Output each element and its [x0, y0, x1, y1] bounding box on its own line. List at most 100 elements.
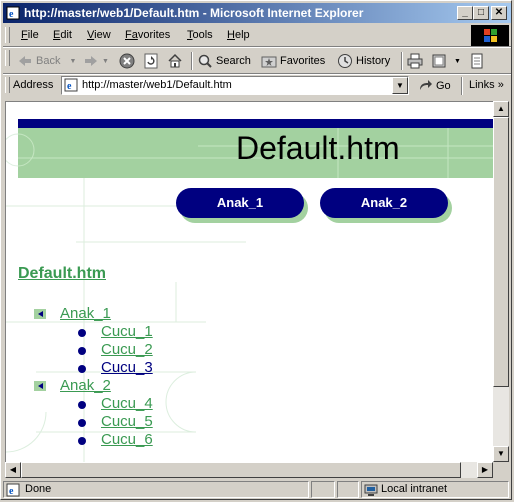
address-separator	[461, 77, 463, 95]
svg-text:e: e	[9, 9, 14, 20]
address-bar: Address e ▼ Go Links »	[3, 75, 511, 97]
toolbar-grip[interactable]	[5, 50, 10, 66]
banner-top-bar	[18, 119, 496, 128]
status-text: Done	[25, 483, 52, 495]
document-icon	[471, 53, 483, 69]
links-label: Links	[469, 79, 495, 91]
links-chevron-icon: »	[497, 79, 504, 91]
address-dropdown-icon[interactable]: ▼	[392, 77, 408, 94]
favorites-button[interactable]: Favorites	[261, 51, 325, 71]
print-button[interactable]	[407, 51, 423, 71]
search-label: Search	[216, 55, 251, 67]
horizontal-scroll-thumb[interactable]	[21, 462, 461, 478]
ie-page-icon: e	[6, 483, 20, 497]
history-icon	[338, 54, 352, 68]
menu-view-label: iew	[94, 29, 111, 41]
discuss-button[interactable]	[469, 51, 485, 71]
menu-tools[interactable]: Tools	[187, 29, 213, 41]
horizontal-scrollbar[interactable]: ◀ ▶	[5, 462, 493, 478]
forward-button[interactable]: ▼	[83, 51, 109, 71]
address-combo[interactable]: e ▼	[61, 76, 409, 95]
menu-help[interactable]: Help	[227, 29, 250, 41]
tree-item-cucu-2[interactable]: Cucu_2	[101, 341, 153, 358]
tree-bullet-icon	[34, 381, 46, 391]
menu-edit-label: dit	[60, 29, 72, 41]
minimize-button[interactable]: _	[457, 6, 473, 20]
address-grip[interactable]	[5, 77, 10, 93]
search-button[interactable]: Search	[197, 51, 251, 71]
scroll-corner	[493, 462, 509, 478]
search-icon	[198, 54, 212, 68]
nav-button-label: Anak_1	[176, 188, 304, 218]
vertical-scroll-thumb[interactable]	[493, 117, 509, 387]
page-heading-link[interactable]: Default.htm	[18, 265, 106, 283]
tree-item-anak-2[interactable]: Anak_2	[60, 377, 111, 394]
banner: Default.htm	[18, 128, 496, 178]
tree-item-cucu-4[interactable]: Cucu_4	[101, 395, 153, 412]
tree-item-anak-1[interactable]: Anak_1	[60, 305, 111, 322]
vertical-scrollbar[interactable]: ▲ ▼	[493, 101, 509, 462]
title-bar[interactable]: e http://master/web1/Default.htm - Micro…	[3, 3, 511, 23]
nav-button-anak-2[interactable]: Anak_2	[320, 188, 452, 223]
edit-dropdown-icon[interactable]: ▼	[454, 58, 461, 65]
scroll-down-icon[interactable]: ▼	[493, 446, 509, 462]
tree-item-cucu-5[interactable]: Cucu_5	[101, 413, 153, 430]
go-button[interactable]: Go	[417, 77, 451, 95]
list-bullet-icon	[78, 437, 86, 445]
scroll-right-icon[interactable]: ▶	[477, 462, 493, 478]
list-bullet-icon	[78, 329, 86, 337]
scroll-up-icon[interactable]: ▲	[493, 101, 509, 117]
status-pane-2	[311, 481, 335, 498]
tree-bullet-icon	[34, 309, 46, 319]
stop-button[interactable]	[119, 51, 135, 71]
menu-file-label: ile	[27, 29, 39, 41]
menu-edit[interactable]: Edit	[53, 29, 72, 41]
address-input[interactable]	[82, 78, 382, 92]
address-label: Address	[13, 79, 54, 91]
edit-button[interactable]: ▼	[431, 51, 461, 71]
back-button[interactable]: Back ▼	[17, 51, 76, 71]
close-button[interactable]: ✕	[491, 6, 507, 20]
list-bullet-icon	[78, 419, 86, 427]
page-viewport[interactable]: Default.htm Anak_1 Anak_2 Default.htm An…	[5, 101, 496, 462]
toolbar-separator-2	[401, 52, 403, 70]
forward-dropdown-icon[interactable]: ▼	[102, 58, 109, 65]
favorites-label: Favorites	[280, 55, 326, 67]
menu-help-label: elp	[234, 29, 250, 41]
standard-toolbar: Back ▼ ▼ Search Favorites History ▼	[3, 48, 511, 74]
svg-text:e: e	[9, 486, 14, 497]
scroll-left-icon[interactable]: ◀	[5, 462, 21, 478]
go-label: Go	[436, 80, 451, 92]
back-dropdown-icon[interactable]: ▼	[69, 58, 76, 65]
list-bullet-icon	[78, 365, 86, 373]
tree-item-cucu-3[interactable]: Cucu_3	[101, 359, 153, 376]
history-label: History	[356, 55, 391, 67]
tree-item-cucu-6[interactable]: Cucu_6	[101, 431, 153, 448]
menu-grip[interactable]	[5, 27, 10, 43]
go-arrow-icon	[420, 80, 432, 90]
refresh-icon	[144, 53, 158, 69]
history-button[interactable]: History	[337, 51, 390, 71]
back-arrow-icon	[19, 56, 31, 66]
refresh-button[interactable]	[143, 51, 159, 71]
maximize-button[interactable]: □	[473, 6, 489, 20]
menu-tools-label: ools	[192, 29, 213, 41]
edit-page-icon	[432, 54, 446, 68]
home-button[interactable]	[167, 51, 183, 71]
security-zone-label: Local intranet	[381, 483, 448, 495]
favorites-folder-icon	[261, 56, 277, 68]
local-intranet-icon	[364, 484, 378, 496]
nav-button-label: Anak_2	[320, 188, 448, 218]
nav-button-anak-1[interactable]: Anak_1	[176, 188, 308, 223]
forward-arrow-icon	[85, 56, 97, 66]
toolbar-separator	[191, 52, 193, 70]
svg-text:e: e	[67, 81, 72, 92]
links-button[interactable]: Links »	[469, 79, 504, 91]
menu-view[interactable]: View	[87, 29, 111, 41]
home-icon	[168, 53, 182, 68]
menu-favorites[interactable]: Favorites	[125, 29, 170, 41]
tree-item-cucu-1[interactable]: Cucu_1	[101, 323, 153, 340]
menu-file[interactable]: File	[21, 29, 39, 41]
banner-title: Default.htm	[236, 130, 400, 166]
window-title: http://master/web1/Default.htm - Microso…	[24, 6, 364, 20]
